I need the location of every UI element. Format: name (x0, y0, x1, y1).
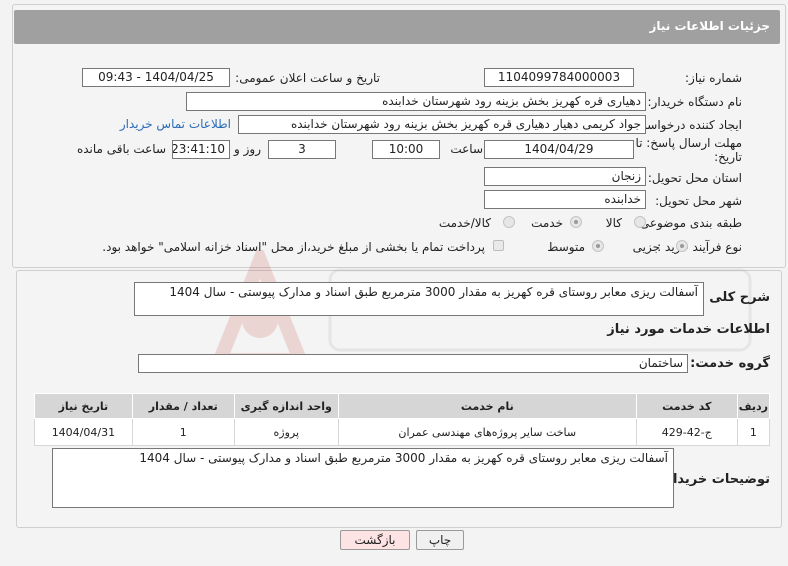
category-radio-service[interactable] (570, 216, 582, 228)
col-service-name: نام خدمت (337, 393, 637, 419)
need-number-field[interactable]: 1104099784000003 (484, 68, 634, 87)
col-row: ردیف (736, 393, 771, 419)
category-option-service: خدمت (531, 216, 563, 230)
province-label: استان محل تحویل: (647, 171, 742, 185)
city-field[interactable]: خدابنده (484, 190, 646, 209)
process-option-minor: جزیی (632, 240, 660, 254)
days-label: روز و (234, 142, 261, 156)
process-label: نوع فرآیند خرید : (657, 240, 742, 254)
payment-note: پرداخت تمام یا بخشی از مبلغ خرید،از محل … (102, 240, 485, 254)
page-header: جزئیات اطلاعات نیاز (14, 10, 780, 44)
buyer-org-label: نام دستگاه خریدار: (647, 95, 743, 109)
cell-unit: پروژه (233, 418, 339, 446)
payment-checkbox[interactable] (493, 240, 504, 251)
col-unit: واحد اندازه گیری (233, 393, 339, 419)
province-field[interactable]: زنجان (484, 167, 646, 186)
service-group-field[interactable]: ساختمان (138, 354, 688, 373)
buyer-org-field[interactable]: دهیاری قره کهریز بخش بزینه رود شهرستان خ… (186, 92, 646, 111)
days-field[interactable]: 3 (268, 140, 336, 159)
process-option-medium: متوسط (547, 240, 585, 254)
cell-quantity: 1 (131, 418, 235, 446)
service-group-label: گروه خدمت: (690, 356, 770, 371)
services-table: ردیف کد خدمت نام خدمت واحد اندازه گیری ت… (34, 393, 771, 446)
cell-service-name: ساخت سایر پروژه‌های مهندسی عمران (337, 418, 637, 446)
category-option-goods: کالا (605, 216, 622, 230)
process-radio-medium[interactable] (592, 240, 604, 252)
announce-field[interactable]: 1404/04/25 - 09:43 (82, 68, 230, 87)
deadline-date-field[interactable]: 1404/04/29 (484, 140, 634, 159)
time-label: ساعت (450, 142, 483, 156)
remaining-time-field[interactable]: 23:41:10 (172, 140, 230, 159)
buyer-contact-link[interactable]: اطلاعات تماس خریدار (120, 117, 231, 131)
cell-need-date: 1404/04/31 (34, 418, 133, 446)
buyer-notes-textarea[interactable]: آسفالت ریزی معابر روستای قره کهریز به مق… (52, 448, 674, 508)
process-radio-minor[interactable] (676, 240, 688, 252)
col-need-date: تاریخ نیاز (34, 393, 133, 419)
deadline-label-2: تاریخ: (714, 150, 742, 164)
category-radio-goods-service[interactable] (503, 216, 515, 228)
col-service-code: کد خدمت (635, 393, 738, 419)
deadline-time-field[interactable]: 10:00 (372, 140, 440, 159)
cell-service-code: ج-42-429 (635, 418, 738, 446)
announce-label: تاریخ و ساعت اعلان عمومی: (235, 71, 380, 85)
requester-field[interactable]: جواد کریمی دهیار دهیاری قره کهریز بخش بز… (238, 115, 646, 134)
requester-label: ایجاد کننده درخواست: (631, 118, 742, 132)
table-row: 1 ج-42-429 ساخت سایر پروژه‌های مهندسی عم… (34, 418, 771, 446)
summary-textarea[interactable]: آسفالت ریزی معابر روستای قره کهریز به مق… (134, 282, 704, 316)
deadline-label: مهلت ارسال پاسخ: تا (635, 136, 742, 150)
category-radio-goods[interactable] (634, 216, 646, 228)
remaining-label: ساعت باقی مانده (76, 142, 166, 156)
print-button[interactable]: چاپ (416, 530, 464, 550)
col-quantity: تعداد / مقدار (131, 393, 235, 419)
buyer-notes-label: توضیحات خریدار: (660, 472, 770, 487)
back-button[interactable]: بازگشت (340, 530, 410, 550)
city-label: شهر محل تحویل: (655, 194, 742, 208)
category-label: طبقه بندی موضوعی: (635, 216, 742, 230)
cell-row: 1 (736, 418, 771, 446)
services-title: اطلاعات خدمات مورد نیاز (607, 322, 770, 337)
need-number-label: شماره نیاز: (685, 71, 742, 85)
page-title: جزئیات اطلاعات نیاز (649, 19, 770, 33)
category-option-goods-service: کالا/خدمت (438, 216, 491, 230)
